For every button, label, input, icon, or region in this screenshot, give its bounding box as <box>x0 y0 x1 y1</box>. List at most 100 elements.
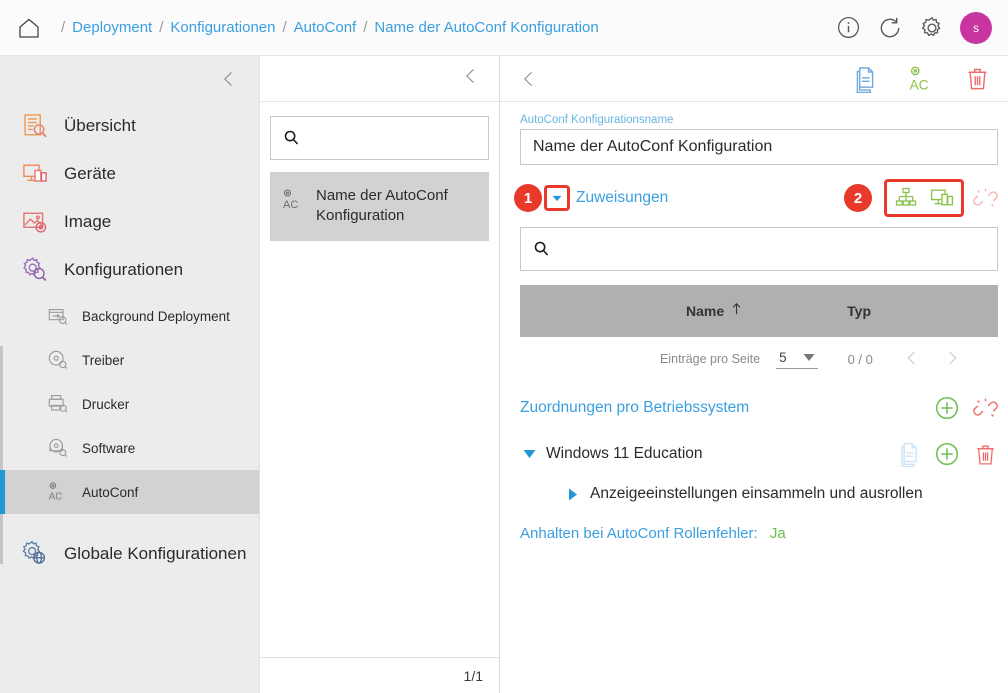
annotation-badge-2: 2 <box>844 184 872 212</box>
autoconf-ac-icon[interactable]: AC <box>906 64 936 94</box>
sidebar-item-label: Treiber <box>82 352 125 368</box>
name-field-label: AutoConf Konfigurationsname <box>520 114 674 126</box>
home-icon[interactable] <box>14 13 44 43</box>
sidebar-item-background-deployment[interactable]: Background Deployment <box>0 294 259 338</box>
name-field-group: AutoConf Konfigurationsname Name der Aut… <box>520 114 998 165</box>
sidebar-item-geraete[interactable]: Geräte <box>0 150 259 198</box>
sidebar-collapse-button[interactable] <box>0 56 259 102</box>
list-footer-count: 1/1 <box>260 657 499 693</box>
os-assignments-title[interactable]: Zuordnungen pro Betriebssystem <box>520 399 749 417</box>
caret-down-icon[interactable] <box>520 449 538 459</box>
rollenfehler-note: Anhalten bei AutoConf Rollenfehler: Ja <box>520 525 998 542</box>
breadcrumb-separator: / <box>159 19 164 36</box>
main-panel: AC AutoConf Konfigurationsname Name der … <box>500 56 1008 693</box>
pager-label: Einträge pro Seite <box>660 352 761 366</box>
sidebar-item-label: Background Deployment <box>82 308 230 324</box>
top-bar: / Deployment / Konfigurationen / AutoCon… <box>0 0 1008 56</box>
breadcrumb-item-autoconf[interactable]: AutoConf <box>294 19 357 36</box>
table-column-name[interactable]: Name <box>686 302 743 321</box>
sidebar-item-label: AutoConf <box>82 484 139 500</box>
driver-icon <box>46 348 70 372</box>
os-child-node-label[interactable]: Anzeigeeinstellungen einsammeln und ausr… <box>590 485 923 503</box>
table-column-typ[interactable]: Typ <box>847 303 871 319</box>
avatar[interactable]: s <box>960 11 992 44</box>
sidebar-item-image[interactable]: Image <box>0 198 259 246</box>
back-button[interactable] <box>516 66 542 92</box>
broken-link-icon[interactable] <box>972 395 998 421</box>
annotation-badge-1: 1 <box>514 184 542 212</box>
top-bar-actions: s <box>834 11 992 44</box>
pager-prev-button[interactable] <box>903 349 921 370</box>
arrow-up-icon <box>730 302 743 321</box>
breadcrumb-separator: / <box>363 19 368 36</box>
list-items: AC Name der AutoConf Konfiguration <box>270 172 489 241</box>
copy-icon[interactable] <box>850 64 880 94</box>
pager-next-button[interactable] <box>943 349 961 370</box>
autoconf-icon: AC <box>46 480 70 504</box>
svg-text:AC: AC <box>49 491 62 502</box>
sidebar-item-label: Software <box>82 440 136 456</box>
add-icon[interactable] <box>934 395 960 421</box>
devices-assign-icon[interactable] <box>929 185 955 211</box>
assignments-search-box[interactable] <box>520 227 998 271</box>
name-field-value[interactable]: Name der AutoConf Konfiguration <box>520 129 998 165</box>
breadcrumb-item-current[interactable]: Name der AutoConf Konfiguration <box>374 19 598 36</box>
sidebar-item-label: Image <box>64 212 112 231</box>
sidebar-item-label: Geräte <box>64 164 116 183</box>
delete-icon[interactable] <box>972 441 998 467</box>
caret-down-icon <box>552 195 562 202</box>
broken-link-icon[interactable] <box>972 185 998 211</box>
breadcrumb-separator: / <box>61 19 66 36</box>
sidebar-item-software[interactable]: Software <box>0 426 259 470</box>
search-icon <box>533 240 551 258</box>
assignments-title[interactable]: Zuweisungen <box>576 189 668 207</box>
os-node-actions <box>896 441 998 467</box>
breadcrumb-item-deployment[interactable]: Deployment <box>72 19 152 36</box>
sidebar-item-globale-konfigurationen[interactable]: Globale Konfigurationen <box>0 530 259 578</box>
background-deployment-icon <box>46 304 70 328</box>
sidebar-item-treiber[interactable]: Treiber <box>0 338 259 382</box>
info-icon[interactable] <box>834 14 862 42</box>
main-header-actions: AC <box>850 64 992 94</box>
copy-icon[interactable] <box>896 441 922 467</box>
devices-icon <box>20 159 50 189</box>
sidebar-item-konfigurationen[interactable]: Konfigurationen <box>0 246 259 294</box>
list-search-box[interactable] <box>270 116 492 160</box>
search-icon <box>283 129 301 147</box>
page-size-value: 5 <box>779 349 787 365</box>
page-size-select[interactable]: 5 <box>776 350 818 369</box>
main-header: AC <box>500 56 1008 102</box>
image-icon <box>20 207 50 237</box>
overview-icon <box>20 111 50 141</box>
pager-count: 0 / 0 <box>847 351 873 367</box>
gear-icon[interactable] <box>918 14 946 42</box>
assignments-table: Name Typ Einträge pro Seite 5 0 / 0 <box>520 285 998 381</box>
sidebar-item-uebersicht[interactable]: Übersicht <box>0 102 259 150</box>
refresh-icon[interactable] <box>876 14 904 42</box>
caret-right-icon[interactable] <box>564 488 582 501</box>
list-panel: AC Name der AutoConf Konfiguration 1/1 <box>260 56 500 693</box>
list-panel-header <box>260 56 499 102</box>
list-search-input[interactable] <box>311 130 492 146</box>
table-pager: Einträge pro Seite 5 0 / 0 <box>520 337 998 381</box>
assignments-actions: 2 <box>844 179 998 217</box>
sidebar-item-label: Übersicht <box>64 116 136 135</box>
org-tree-icon[interactable] <box>893 185 919 211</box>
assignments-search-input[interactable] <box>561 241 985 257</box>
assignments-section-header: 1 Zuweisungen 2 <box>514 179 998 217</box>
list-collapse-button[interactable] <box>461 66 481 91</box>
assignments-toggle-button[interactable] <box>544 185 570 211</box>
sidebar-item-drucker[interactable]: Drucker <box>0 382 259 426</box>
svg-text:AC: AC <box>909 76 928 92</box>
pager-arrows <box>903 349 961 370</box>
delete-icon[interactable] <box>962 64 992 94</box>
sidebar-item-autoconf[interactable]: AC AutoConf <box>0 470 259 514</box>
assignments-icons-highlight <box>884 179 964 217</box>
breadcrumb-item-konfigurationen[interactable]: Konfigurationen <box>170 19 275 36</box>
gear-config-icon <box>20 255 50 285</box>
table-header-row: Name Typ <box>520 285 998 337</box>
list-item[interactable]: AC Name der AutoConf Konfiguration <box>270 172 489 241</box>
add-icon[interactable] <box>934 441 960 467</box>
list-item-label: Name der AutoConf Konfiguration <box>316 187 448 225</box>
os-node-label[interactable]: Windows 11 Education <box>546 445 703 463</box>
